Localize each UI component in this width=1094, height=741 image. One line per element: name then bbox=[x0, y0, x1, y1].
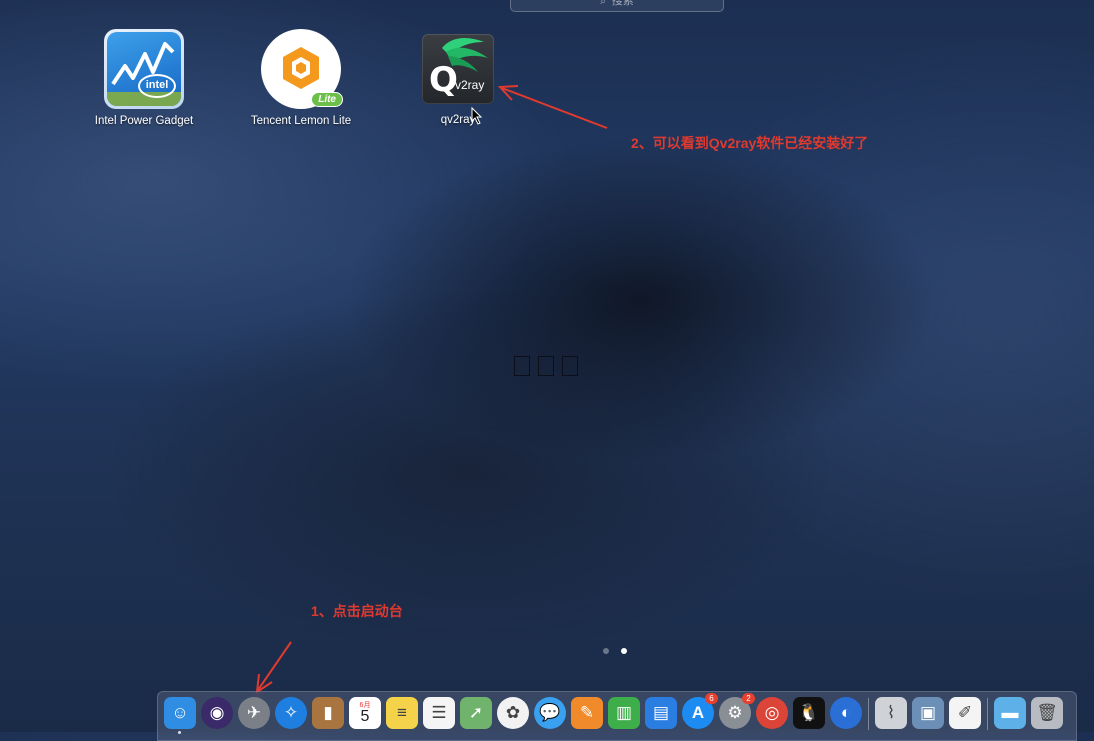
preview-icon: ▣ bbox=[919, 703, 937, 722]
dock-item-numbers[interactable]: ▥ bbox=[608, 697, 640, 729]
glyph-box bbox=[514, 356, 530, 376]
launchpad-rocket-icon: ✈ bbox=[246, 703, 262, 722]
wireless-diagnostics-icon: ⌇ bbox=[886, 703, 896, 722]
textedit-icon: ✐ bbox=[957, 703, 973, 722]
dock-item-app-store[interactable]: A6 bbox=[682, 693, 718, 729]
chrome-icon: ◎ bbox=[764, 703, 780, 722]
dock-item-safari[interactable]: ✧ bbox=[275, 697, 307, 729]
page-dot-2-active[interactable] bbox=[621, 648, 627, 654]
notification-badge: 2 bbox=[742, 693, 755, 704]
dock-item-qq[interactable]: 🐧 bbox=[793, 697, 825, 729]
dock-item-reminders[interactable]: ☰ bbox=[423, 697, 455, 729]
missing-glyph-boxes bbox=[514, 356, 578, 376]
dock-item-calendar[interactable]: 6月 5 bbox=[349, 697, 381, 729]
finder-icon: ☺ bbox=[171, 703, 189, 722]
keynote-podium-icon: ▤ bbox=[652, 703, 670, 722]
messages-bubble-icon: 💬 bbox=[539, 703, 561, 722]
dock-item-notes[interactable]: ≡ bbox=[386, 697, 418, 729]
annotation-arrow-launchpad bbox=[255, 641, 292, 695]
edge-icon: ◐ bbox=[840, 703, 852, 722]
dock-item-pages[interactable]: ✎ bbox=[571, 697, 603, 729]
dock-item-launchpad[interactable]: ✈ bbox=[238, 697, 270, 729]
dock-item-downloads[interactable]: ▬ bbox=[994, 697, 1026, 729]
dock-separator bbox=[987, 698, 988, 730]
photos-flower-icon: ✿ bbox=[505, 703, 521, 722]
dock-item-google-chrome[interactable]: ◎ bbox=[756, 697, 788, 729]
notification-badge: 6 bbox=[705, 693, 718, 704]
dock-item-maps[interactable]: ➚ bbox=[460, 697, 492, 729]
dock-item-messages[interactable]: 💬 bbox=[534, 697, 566, 729]
safari-compass-icon: ✧ bbox=[283, 703, 299, 722]
dock-item-trash[interactable]: 🗑 bbox=[1031, 697, 1063, 729]
dock-item-system-preferences[interactable]: ⚙ 2 bbox=[719, 693, 755, 729]
dock-item-textedit[interactable]: ✐ bbox=[949, 697, 981, 729]
dock-item-preview[interactable]: ▣ bbox=[912, 697, 944, 729]
mouse-cursor-icon bbox=[471, 106, 483, 125]
dock-item-photos[interactable]: ✿ bbox=[497, 697, 529, 729]
dock-item-wireless-diagnostics[interactable]: ⌇ bbox=[875, 697, 907, 729]
running-indicator bbox=[178, 731, 181, 734]
page-indicator bbox=[603, 648, 627, 654]
dock-separator bbox=[868, 698, 869, 730]
app-store-icon: A bbox=[691, 703, 705, 722]
glyph-box bbox=[538, 356, 554, 376]
numbers-chart-icon: ▥ bbox=[615, 703, 633, 722]
reminders-icon: ☰ bbox=[431, 703, 447, 722]
dock-item-finder[interactable]: ☺ bbox=[164, 697, 196, 734]
maps-icon: ➚ bbox=[468, 703, 484, 722]
dock-item-microsoft-edge[interactable]: ◐ bbox=[830, 697, 862, 729]
notes-icon: ≡ bbox=[397, 703, 407, 722]
contacts-book-icon: ▮ bbox=[323, 703, 333, 722]
dock-item-siri[interactable]: ◉ bbox=[201, 697, 233, 729]
annotation-step2: 2、可以看到Qv2ray软件已经安装好了 bbox=[631, 135, 869, 151]
glyph-box bbox=[562, 356, 578, 376]
downloads-folder-icon: ▬ bbox=[1001, 703, 1019, 722]
dock: ☺ ◉ ✈ ✧ ▮ 6月 5 ≡ ☰ ➚ ✿ 💬 ✎ ▥ ▤ A 6 ⚙ 2 ◎ 🐧 ◐ ⌇ ▣ ✐ ▬ 🗑 bbox=[157, 691, 1077, 741]
dock-item-keynote[interactable]: ▤ bbox=[645, 697, 677, 729]
system-preferences-gear-icon: ⚙ bbox=[727, 703, 743, 722]
annotation-step1: 1、点击启动台 bbox=[311, 603, 403, 619]
trash-icon: 🗑 bbox=[1036, 703, 1058, 722]
qq-penguin-icon: 🐧 bbox=[798, 703, 820, 722]
annotation-arrow-qv2ray bbox=[497, 85, 608, 129]
pages-icon: ✎ bbox=[579, 703, 595, 722]
calendar-day: 5 bbox=[360, 707, 370, 725]
dock-item-contacts[interactable]: ▮ bbox=[312, 697, 344, 729]
calendar-icon: 6月 5 bbox=[360, 702, 371, 725]
page-dot-1[interactable] bbox=[603, 648, 609, 654]
siri-icon: ◉ bbox=[209, 703, 225, 722]
